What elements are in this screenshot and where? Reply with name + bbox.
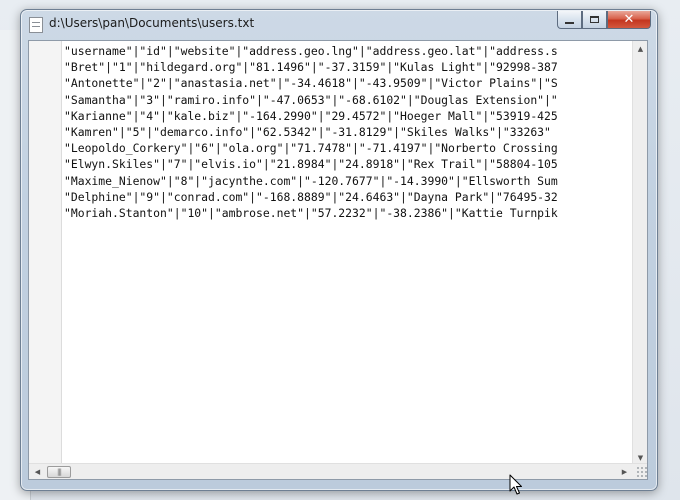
- text-editor-window: d:\Users\pan\Documents\users.txt ✕ "user…: [20, 9, 658, 491]
- vertical-scrollbar[interactable]: ▲ ▼: [632, 41, 647, 465]
- mouse-pointer-icon: [509, 474, 522, 495]
- text-file-icon[interactable]: [29, 17, 43, 33]
- text-line: "Samantha"|"3"|"ramiro.info"|"-47.0653"|…: [64, 92, 558, 107]
- text-line: "username"|"id"|"website"|"address.geo.l…: [64, 44, 558, 58]
- text-line: "Moriah.Stanton"|"10"|"ambrose.net"|"57.…: [64, 205, 558, 220]
- close-button[interactable]: ✕: [607, 11, 651, 29]
- scroll-up-icon[interactable]: ▲: [633, 41, 647, 56]
- maximize-icon: [590, 16, 599, 23]
- maximize-button[interactable]: [582, 11, 607, 29]
- window-title: d:\Users\pan\Documents\users.txt: [49, 16, 255, 30]
- horizontal-scrollbar[interactable]: ◀ ||| ▶: [29, 463, 647, 479]
- text-line: "Antonette"|"2"|"anastasia.net"|"-34.461…: [64, 76, 558, 91]
- text-content[interactable]: "username"|"id"|"website"|"address.geo.l…: [64, 43, 634, 463]
- scroll-left-icon[interactable]: ◀: [30, 464, 45, 479]
- text-line: "Elwyn.Skiles"|"7"|"elvis.io"|"21.8984"|…: [64, 157, 558, 172]
- editor-client-area: "username"|"id"|"website"|"address.geo.l…: [28, 40, 648, 480]
- text-line: "Kamren"|"5"|"demarco.info"|"62.5342"|"-…: [64, 124, 551, 139]
- caption-buttons: ✕: [557, 11, 651, 30]
- text-line: "Delphine"|"9"|"conrad.com"|"-168.8889"|…: [64, 189, 558, 204]
- resize-grip-icon[interactable]: [636, 466, 647, 478]
- editor-gutter: [29, 41, 62, 465]
- scroll-right-icon[interactable]: ▶: [617, 464, 632, 479]
- horizontal-scroll-thumb[interactable]: |||: [47, 466, 71, 478]
- close-icon: ✕: [623, 12, 635, 27]
- text-line: "Bret"|"1"|"hildegard.org"|"81.1496"|"-3…: [64, 60, 558, 75]
- text-line: "Leopoldo_Corkery"|"6"|"ola.org"|"71.747…: [64, 141, 558, 156]
- title-bar[interactable]: d:\Users\pan\Documents\users.txt ✕: [21, 10, 657, 38]
- text-line: "Karianne"|"4"|"kale.biz"|"-164.2990"|"2…: [64, 108, 558, 123]
- minimize-icon: [565, 21, 574, 24]
- text-line: "Maxime_Nienow"|"8"|"jacynthe.com"|"-120…: [64, 173, 558, 188]
- minimize-button[interactable]: [557, 11, 582, 29]
